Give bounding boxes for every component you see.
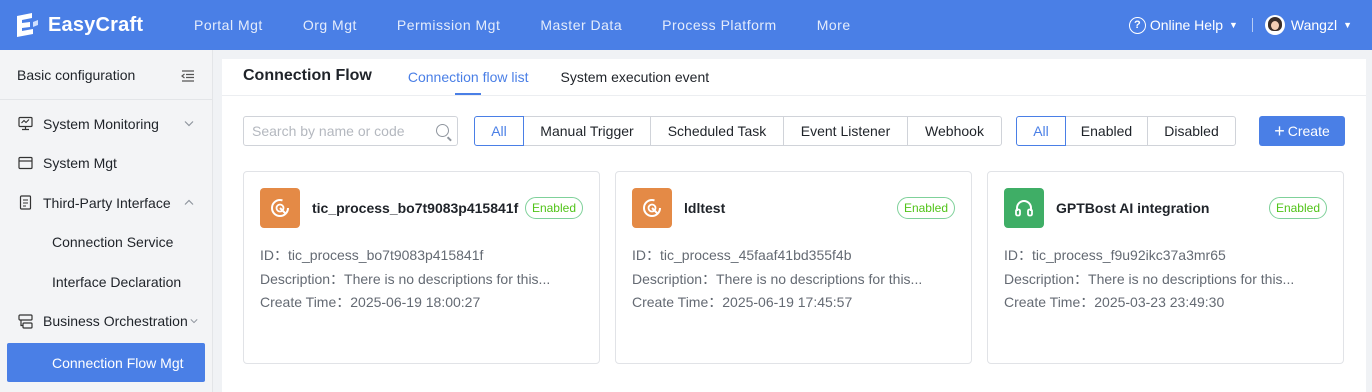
refresh-icon (260, 188, 300, 228)
user-name: Wangzl (1290, 17, 1338, 33)
status-badge: Enabled (896, 197, 955, 219)
trigger-type-filter: All Manual Trigger Scheduled Task Event … (474, 116, 1002, 146)
sidebar-item-interface-declaration[interactable]: Interface Declaration (0, 262, 212, 302)
card-id: ID：tic_process_bo7t9083p415841f (260, 247, 484, 263)
card-create-time: Create Time：2025-06-19 17:45:57 (632, 294, 853, 310)
online-help-dropdown[interactable]: ? Online Help ▼ (1128, 16, 1238, 34)
card-create-time: Create Time：2025-06-19 18:00:27 (260, 294, 481, 310)
top-navbar: EasyCraft Portal Mgt Org Mgt Permission … (0, 0, 1372, 50)
nav-item-process-platform[interactable]: Process Platform (662, 17, 777, 33)
sidebar: Basic configuration System Monitoring Sy… (0, 50, 213, 392)
filter-type-scheduled-task[interactable]: Scheduled Task (650, 116, 784, 146)
caret-down-icon: ▼ (1343, 20, 1352, 30)
card-description: Description：There is no descriptions for… (632, 270, 923, 287)
card-id: ID：tic_process_f9u92ikc37a3mr65 (1004, 247, 1226, 263)
chevron-up-icon (184, 197, 194, 208)
easycraft-logo-icon (14, 12, 40, 38)
app-name: EasyCraft (48, 13, 144, 36)
status-filter: All Enabled Disabled (1016, 116, 1236, 146)
card-create-time: Create Time：2025-03-23 23:49:30 (1004, 294, 1225, 310)
search-icon[interactable] (436, 124, 449, 137)
sidebar-title: Basic configuration (17, 66, 136, 83)
tab-connection-flow-list[interactable]: Connection flow list (408, 69, 529, 95)
page-header: Connection Flow Connection flow list Sys… (222, 59, 1366, 96)
nav-item-master-data[interactable]: Master Data (540, 17, 622, 33)
create-button[interactable]: + Create (1259, 116, 1345, 146)
sidebar-item-third-party-interface[interactable]: Third-Party Interface (0, 183, 212, 223)
filter-type-manual-trigger[interactable]: Manual Trigger (523, 116, 651, 146)
sidebar-item-system-monitoring[interactable]: System Monitoring (0, 104, 212, 144)
plus-icon: + (1274, 121, 1285, 141)
flow-card[interactable]: ldltest Enabled ID：tic_process_45faaf41b… (615, 171, 972, 364)
user-menu[interactable]: Wangzl ▼ (1264, 15, 1352, 35)
nav-item-org-mgt[interactable]: Org Mgt (303, 17, 357, 33)
window-icon (17, 155, 33, 171)
filter-status-all[interactable]: All (1016, 116, 1066, 146)
logo[interactable]: EasyCraft (14, 12, 194, 38)
nav-item-portal-mgt[interactable]: Portal Mgt (194, 17, 263, 33)
filter-status-enabled[interactable]: Enabled (1065, 116, 1148, 146)
nav-item-permission-mgt[interactable]: Permission Mgt (397, 17, 500, 33)
avatar (1264, 15, 1285, 35)
card-title: GPTBost AI integration (1056, 200, 1210, 216)
flow-card[interactable]: GPTBost AI integration Enabled ID：tic_pr… (987, 171, 1344, 364)
tab-system-execution-event[interactable]: System execution event (561, 69, 710, 95)
main-nav: Portal Mgt Org Mgt Permission Mgt Master… (194, 17, 891, 33)
filter-type-event-listener[interactable]: Event Listener (783, 116, 908, 146)
sidebar-item-connection-flow-mgt[interactable]: Connection Flow Mgt (7, 343, 205, 382)
question-circle-icon: ? (1128, 16, 1146, 34)
sidebar-header: Basic configuration (0, 50, 212, 100)
search-input[interactable] (252, 123, 432, 139)
online-help-label: Online Help (1149, 17, 1223, 33)
main-panel: Connection Flow Connection flow list Sys… (222, 59, 1366, 392)
refresh-icon (632, 188, 672, 228)
sidebar-item-label: Third-Party Interface (43, 194, 171, 211)
status-badge: Enabled (524, 197, 583, 219)
sidebar-item-label: Business Orchestration (43, 313, 188, 330)
monitor-icon (17, 116, 33, 132)
card-id: ID：tic_process_45faaf41bd355f4b (632, 247, 852, 263)
sidebar-item-business-orchestration[interactable]: Business Orchestration (0, 302, 212, 342)
chevron-down-icon (190, 316, 198, 327)
status-badge: Enabled (1268, 197, 1327, 219)
search-box (243, 116, 458, 146)
create-label: Create (1287, 123, 1330, 139)
filter-status-disabled[interactable]: Disabled (1147, 116, 1236, 146)
document-icon (17, 195, 33, 211)
caret-down-icon: ▼ (1228, 20, 1238, 30)
headset-icon (1004, 188, 1044, 228)
card-description: Description：There is no descriptions for… (260, 270, 551, 287)
top-right-actions: ? Online Help ▼ Wangzl ▼ (1128, 0, 1352, 50)
sidebar-item-label: System Monitoring (43, 115, 159, 132)
filter-type-webhook[interactable]: Webhook (907, 116, 1002, 146)
nav-item-more[interactable]: More (817, 17, 851, 33)
orchestration-icon (17, 313, 33, 329)
card-details: ID：tic_process_bo7t9083p415841f Descript… (260, 244, 583, 315)
card-details: ID：tic_process_45faaf41bd355f4b Descript… (632, 244, 955, 315)
flow-card[interactable]: tic_process_bo7t9083p415841f Enabled ID：… (243, 171, 600, 364)
chevron-down-icon (184, 118, 194, 129)
card-title: ldltest (684, 200, 726, 216)
divider (1251, 18, 1253, 32)
page-title: Connection Flow (243, 67, 372, 84)
sidebar-item-system-mgt[interactable]: System Mgt (0, 144, 212, 184)
card-description: Description：There is no descriptions for… (1004, 270, 1295, 287)
flow-card-list: tic_process_bo7t9083p415841f Enabled ID：… (243, 171, 1345, 364)
filter-type-all[interactable]: All (474, 116, 524, 146)
card-title: tic_process_bo7t9083p415841f (312, 200, 519, 216)
collapse-menu-icon[interactable] (181, 69, 195, 82)
sidebar-item-connection-service[interactable]: Connection Service (0, 223, 212, 263)
sidebar-item-label: System Mgt (43, 155, 117, 172)
toolbar: All Manual Trigger Scheduled Task Event … (243, 116, 1345, 146)
card-details: ID：tic_process_f9u92ikc37a3mr65 Descript… (1004, 244, 1327, 315)
